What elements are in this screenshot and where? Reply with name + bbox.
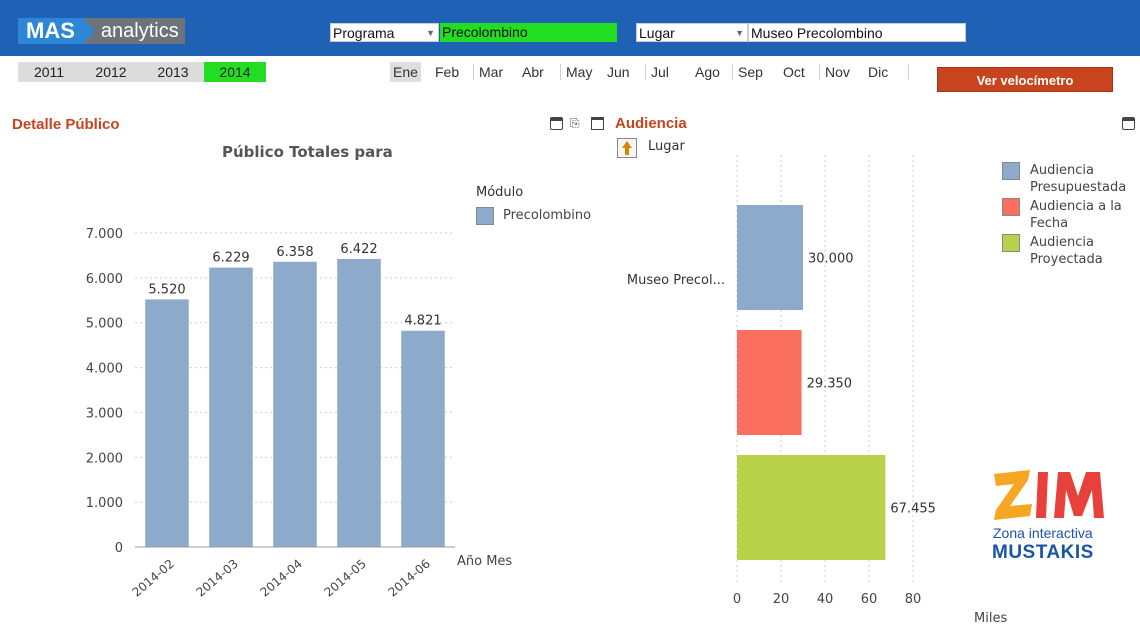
bar-audiencia-presupuestada	[737, 205, 803, 310]
bar-value-label: 5.520	[148, 282, 185, 297]
category-label: Museo Precol...	[627, 273, 725, 288]
y-tick-label: 1.000	[86, 496, 123, 511]
bar-2014-05	[337, 258, 381, 547]
x-axis-unit-label: Miles	[974, 611, 1008, 625]
legend-title: Módulo	[476, 185, 524, 200]
legend-swatch-presupuestada	[1002, 162, 1020, 180]
bar-value-label: 67.455	[890, 502, 936, 517]
y-axis-ticks: 0 1.000 2.000 3.000 4.000 5.000 6.000 7.000	[86, 227, 123, 556]
audiencia-bar-chart: 30.000 29.350 67.455 0 20 40 60 80 Museo Preco…	[627, 155, 936, 607]
zim-subtitle: Zona interactiva	[993, 525, 1093, 541]
bar-2014-03	[209, 267, 253, 547]
bar-value-label: 30.000	[808, 252, 854, 267]
legend-label-a-la-fecha: Audiencia a la Fecha	[1030, 199, 1122, 231]
y-tick-label: 4.000	[86, 362, 123, 377]
x-axis-ticks: 0 20 40 60 80	[733, 592, 921, 607]
bar-value-label: 6.422	[340, 242, 377, 257]
bar-value-label: 29.350	[807, 377, 853, 392]
x-tick-label: 2014-04	[258, 557, 305, 600]
x-tick-label: 0	[733, 592, 741, 607]
legend-swatch-a-la-fecha	[1002, 198, 1020, 216]
legend-label-proyectada: Audiencia Proyectada	[1030, 235, 1103, 267]
x-tick-label: 20	[773, 592, 790, 607]
legend-swatch-precolombino	[476, 207, 494, 225]
bar-value-label: 6.229	[212, 251, 249, 266]
legend-label-presupuestada: Audiencia Presupuestada	[1030, 163, 1127, 195]
y-tick-label: 5.000	[86, 317, 123, 332]
y-tick-label: 6.000	[86, 272, 123, 287]
legend-label-precolombino: Precolombino	[503, 208, 592, 223]
y-tick-label: 0	[115, 541, 123, 556]
publico-bar-chart: 0 1.000 2.000 3.000 4.000 5.000 6.000 7.000 5.5…	[86, 227, 513, 600]
y-tick-label: 2.000	[86, 451, 123, 466]
chart-bars	[145, 258, 445, 547]
x-tick-label: 2014-05	[322, 557, 369, 600]
x-tick-label: 40	[817, 592, 834, 607]
x-tick-label: 2014-02	[130, 557, 177, 600]
bar-audiencia-a-la-fecha	[737, 330, 802, 435]
x-tick-label: 80	[905, 592, 922, 607]
bar-audiencia-proyectada	[737, 455, 886, 560]
bar-2014-02	[145, 299, 189, 547]
print-icon[interactable]	[1122, 117, 1135, 130]
x-tick-label: 2014-03	[194, 557, 241, 600]
bar-value-label: 4.821	[404, 314, 441, 329]
zim-brand: MUSTAKIS	[992, 542, 1094, 563]
bar-2014-04	[273, 261, 317, 547]
x-tick-label: 60	[861, 592, 878, 607]
x-tick-label: 2014-06	[386, 557, 433, 600]
bar-2014-06	[401, 330, 445, 547]
x-axis-ticks: 2014-02 2014-03 2014-04 2014-05 2014-06	[130, 557, 433, 600]
x-axis-label: Año Mes	[457, 554, 512, 569]
legend-swatch-proyectada	[1002, 234, 1020, 252]
bar-value-label: 6.358	[276, 245, 313, 260]
y-tick-label: 7.000	[86, 227, 123, 242]
y-tick-label: 3.000	[86, 406, 123, 421]
